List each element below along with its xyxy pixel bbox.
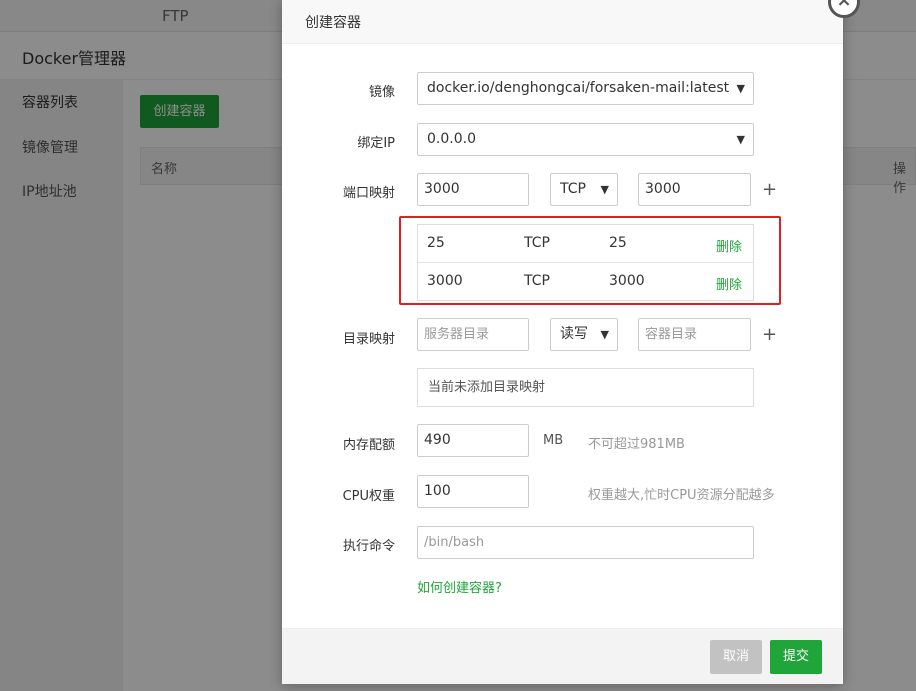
memory-input[interactable]: 490 — [417, 424, 529, 457]
mode-select[interactable]: 读写 ▼ — [550, 318, 618, 351]
dir-map-empty: 当前未添加目录映射 — [417, 368, 754, 407]
memory-label: 内存配额 — [342, 438, 395, 453]
dir-map-label: 目录映射 — [342, 332, 395, 347]
memory-hint: 不可超过981MB — [588, 437, 685, 452]
submit-button[interactable]: 提交 — [770, 640, 822, 674]
chevron-down-icon: ▼ — [736, 133, 745, 146]
container-dir-input[interactable]: 容器目录 — [638, 318, 751, 351]
cpu-input[interactable]: 100 — [417, 475, 529, 508]
port-map-label: 端口映射 — [342, 186, 395, 201]
command-input[interactable]: /bin/bash — [417, 526, 754, 559]
help-link[interactable]: 如何创建容器? — [417, 577, 502, 596]
bind-ip-select[interactable]: 0.0.0.0 ▼ — [417, 123, 754, 156]
dialog-header: 创建容器 — [282, 0, 843, 44]
bind-ip-value: 0.0.0.0 — [427, 131, 476, 147]
memory-unit: MB — [543, 433, 564, 448]
dialog-footer: 取消 提交 — [282, 628, 843, 684]
cpu-label: CPU权重 — [342, 489, 395, 504]
cancel-button[interactable]: 取消 — [710, 640, 762, 674]
highlight-box — [399, 216, 781, 305]
image-label: 镜像 — [368, 85, 395, 100]
add-port-button[interactable]: + — [762, 179, 777, 200]
create-container-dialog: 创建容器 镜像 docker.io/denghongcai/forsaken-m… — [282, 0, 843, 684]
dialog-title: 创建容器 — [305, 15, 361, 31]
chevron-down-icon: ▼ — [736, 82, 745, 95]
host-port-input[interactable]: 3000 — [417, 173, 529, 206]
host-dir-input[interactable]: 服务器目录 — [417, 318, 529, 351]
chevron-down-icon: ▼ — [600, 183, 609, 196]
add-dir-button[interactable]: + — [762, 324, 777, 345]
chevron-down-icon: ▼ — [600, 328, 609, 341]
mode-value: 读写 — [560, 326, 588, 342]
protocol-select[interactable]: TCP ▼ — [550, 173, 618, 206]
image-select[interactable]: docker.io/denghongcai/forsaken-mail:late… — [417, 72, 754, 105]
protocol-value: TCP — [560, 181, 586, 197]
command-label: 执行命令 — [342, 539, 395, 554]
image-select-value: docker.io/denghongcai/forsaken-mail:late… — [427, 80, 730, 96]
cpu-hint: 权重越大,忙时CPU资源分配越多 — [588, 488, 775, 503]
container-port-input[interactable]: 3000 — [638, 173, 751, 206]
bind-ip-label: 绑定IP — [357, 136, 395, 151]
